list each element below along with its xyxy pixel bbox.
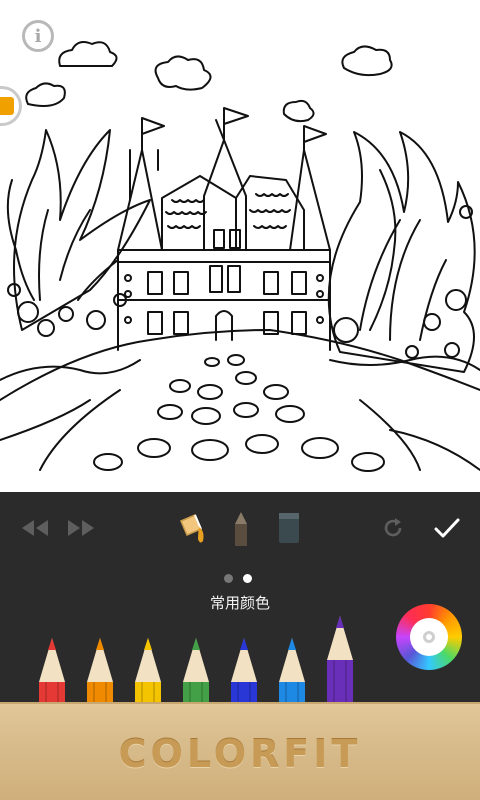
info-icon: i xyxy=(34,25,42,47)
coloring-canvas[interactable]: i xyxy=(0,0,480,492)
fast-forward-icon xyxy=(68,520,94,536)
eraser-tool-button[interactable] xyxy=(274,508,304,548)
pencil-4[interactable] xyxy=(183,638,209,708)
color-wheel-button[interactable] xyxy=(396,604,462,670)
checkmark-icon xyxy=(434,518,460,538)
page-dot-1[interactable] xyxy=(224,574,233,583)
ground xyxy=(0,329,480,472)
redo-button[interactable] xyxy=(64,508,98,548)
pencil-7[interactable] xyxy=(327,616,353,708)
color-palette: 常用颜色 xyxy=(0,566,480,708)
refresh-icon xyxy=(384,518,402,537)
pencil-6[interactable] xyxy=(279,638,305,708)
right-foliage xyxy=(327,131,476,373)
left-foliage xyxy=(6,129,151,337)
palette-page-indicator[interactable] xyxy=(224,574,252,583)
rewind-icon xyxy=(22,520,48,536)
page-dot-2[interactable] xyxy=(243,574,252,583)
brand-banner: COLORFIT xyxy=(0,702,480,800)
refresh-button[interactable] xyxy=(378,508,408,548)
pencil-1[interactable] xyxy=(39,638,65,708)
bucket-tool-button[interactable] xyxy=(176,508,210,548)
paint-bucket-icon xyxy=(180,514,204,543)
paint-bucket-icon xyxy=(0,97,14,115)
castle-line-art[interactable] xyxy=(0,0,480,492)
pencil-3[interactable] xyxy=(135,638,161,708)
clouds xyxy=(25,41,393,123)
tool-bar xyxy=(0,492,480,566)
castle xyxy=(117,107,331,351)
eraser-icon xyxy=(279,513,299,543)
info-button[interactable]: i xyxy=(22,20,54,52)
confirm-button[interactable] xyxy=(430,508,464,548)
brand-name: COLORFIT xyxy=(118,732,362,776)
pencil-tool-button[interactable] xyxy=(226,508,256,548)
pencil-icon xyxy=(235,512,247,546)
pencil-5[interactable] xyxy=(231,638,257,708)
undo-button[interactable] xyxy=(18,508,52,548)
color-wheel-icon xyxy=(423,631,435,643)
pencil-2[interactable] xyxy=(87,638,113,708)
